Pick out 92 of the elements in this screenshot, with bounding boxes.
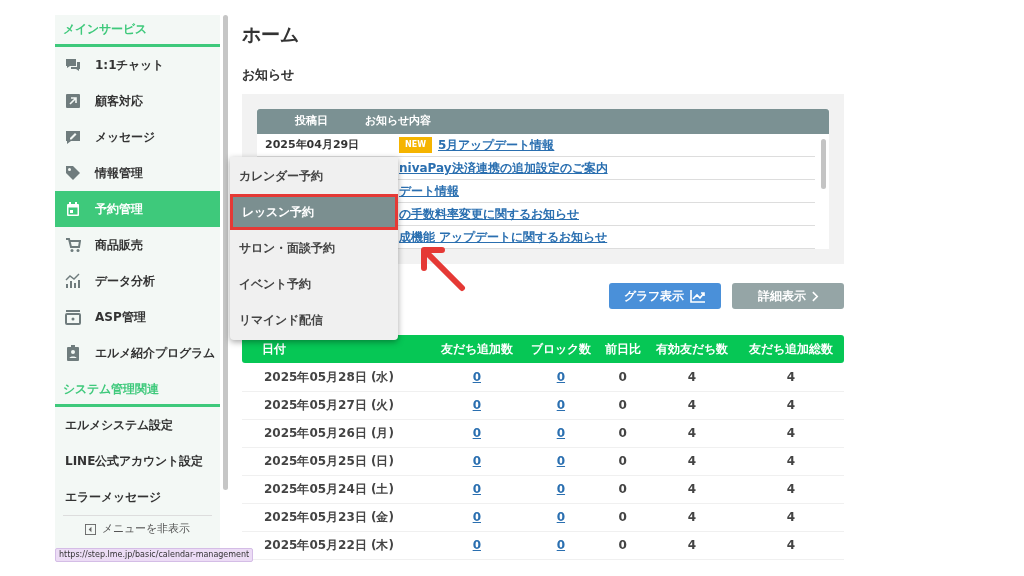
sidebar-item[interactable]: ASP管理 [55, 299, 220, 335]
menu-item[interactable]: リマインド配信 [230, 302, 398, 338]
notice-link[interactable]: nivaPay決済連携の追加設定のご案内 [399, 159, 608, 177]
count-link[interactable]: 0 [472, 426, 481, 440]
table-cell: 4 [646, 391, 738, 419]
count-link[interactable]: 0 [472, 538, 481, 552]
menu-item[interactable]: サロン・面談予約 [230, 230, 398, 266]
count-link[interactable]: 0 [472, 510, 481, 524]
table-cell: 4 [737, 475, 844, 503]
table-cell: 4 [646, 531, 738, 559]
section-heading: システム管理関連 [55, 375, 220, 407]
column-header: ブロック数 [522, 335, 600, 363]
sidebar-item[interactable]: エラーメッセージ [55, 479, 220, 515]
page-title: ホーム [242, 22, 300, 47]
new-tag: NEW [399, 137, 432, 153]
count-link[interactable]: 0 [472, 398, 481, 412]
scrollbar[interactable] [821, 139, 826, 189]
table-cell: 0 [599, 531, 647, 559]
column-header: 投稿日 [293, 113, 329, 130]
table-cell: 4 [737, 447, 844, 475]
date-cell: 2025年05月26日 (月) [242, 419, 432, 447]
date-cell-text: 2025年04月29日 [264, 136, 361, 153]
count-link[interactable]: 0 [472, 454, 481, 468]
table-cell: 0 [599, 447, 647, 475]
pointer-arrow [418, 244, 468, 292]
id-badge-icon [65, 345, 81, 361]
section-title: お知らせ [242, 65, 295, 84]
url-tooltip: https://step.lme.jp/basic/calendar-management [55, 548, 254, 562]
chat-icon [65, 57, 81, 73]
date-cell: 2025年05月28日 (水) [242, 363, 432, 391]
sidebar-item[interactable]: データ分析 [55, 263, 220, 299]
column-header: 友だち追加総数 [737, 335, 844, 363]
column-header: お知らせ内容 [365, 113, 431, 130]
sidebar-item[interactable]: エルメ紹介プログラム [55, 335, 220, 371]
line-chart-icon [690, 289, 706, 303]
tag-icon [65, 165, 81, 181]
table-cell: 4 [737, 419, 844, 447]
sidebar-item[interactable]: 1:1チャット [55, 47, 220, 83]
table-cell: 4 [737, 503, 844, 531]
menu-item[interactable]: レッスン予約 [230, 194, 398, 230]
column-header: 有効友だち数 [646, 335, 738, 363]
sidebar-item[interactable]: 顧客対応 [55, 83, 220, 119]
graph-button[interactable]: グラフ表示 [609, 283, 721, 309]
count-link[interactable]: 0 [556, 398, 566, 412]
sidebar-item[interactable]: 情報管理 [55, 155, 220, 191]
date-cell: 2025年05月27日 (火) [242, 391, 432, 419]
table-cell: 0 [599, 503, 647, 531]
hide-menu-link[interactable]: メニューを非表示 [63, 515, 212, 541]
table-cell: 0 [599, 419, 647, 447]
table-cell: 0 [599, 475, 647, 503]
date-cell: 2025年05月25日 (日) [242, 447, 432, 475]
table-cell: 4 [646, 503, 738, 531]
table-cell: 4 [737, 363, 844, 391]
count-link[interactable]: 0 [472, 369, 481, 384]
count-link[interactable]: 0 [556, 426, 566, 440]
bar-chart-icon [65, 273, 81, 289]
count-link[interactable]: 0 [472, 482, 481, 496]
count-link[interactable]: 0 [556, 538, 566, 552]
wallet-icon [65, 309, 81, 325]
sidebar-item[interactable]: 商品販売 [55, 227, 220, 263]
table-cell: 0 [599, 391, 647, 419]
notice-link[interactable]: の手数料率変更に関するお知らせ [399, 205, 579, 223]
cart-icon [65, 237, 81, 253]
table-cell: 4 [646, 419, 738, 447]
count-link[interactable]: 0 [556, 510, 566, 524]
collapse-icon [85, 523, 96, 535]
table-cell: 0 [599, 363, 647, 391]
sidebar-item[interactable]: エルメシステム設定 [55, 407, 220, 443]
table-cell: 4 [646, 363, 738, 391]
menu-item[interactable]: カレンダー予約 [230, 158, 398, 194]
sidebar-item[interactable]: メッセージ [55, 119, 220, 155]
scrollbar[interactable] [223, 15, 228, 490]
menu-item[interactable]: イベント予約 [230, 266, 398, 302]
date-cell: 2025年05月23日 (金) [242, 503, 432, 531]
pen-icon [65, 129, 81, 145]
table-cell: 4 [737, 391, 844, 419]
count-link[interactable]: 0 [556, 454, 566, 468]
count-link[interactable]: 0 [556, 482, 566, 496]
table-cell: 4 [737, 531, 844, 559]
column-header: 前日比 [599, 335, 647, 363]
notice-link[interactable]: デート情報 [399, 182, 459, 200]
notice-link[interactable]: 成機能 アップデートに関するお知らせ [399, 228, 608, 246]
column-header: 友だち追加数 [431, 335, 523, 363]
table-cell: 4 [646, 475, 738, 503]
sidebar-item[interactable]: LINE公式アカウント設定 [55, 443, 220, 479]
date-cell: 2025年05月24日 (土) [242, 475, 432, 503]
notice-link[interactable]: 5月アップデート情報 [438, 136, 555, 154]
section-heading: メインサービス [55, 15, 220, 47]
table-cell: 4 [646, 447, 738, 475]
count-link[interactable]: 0 [556, 369, 566, 384]
calendar-icon [65, 201, 81, 217]
chevron-right-icon [811, 290, 819, 302]
